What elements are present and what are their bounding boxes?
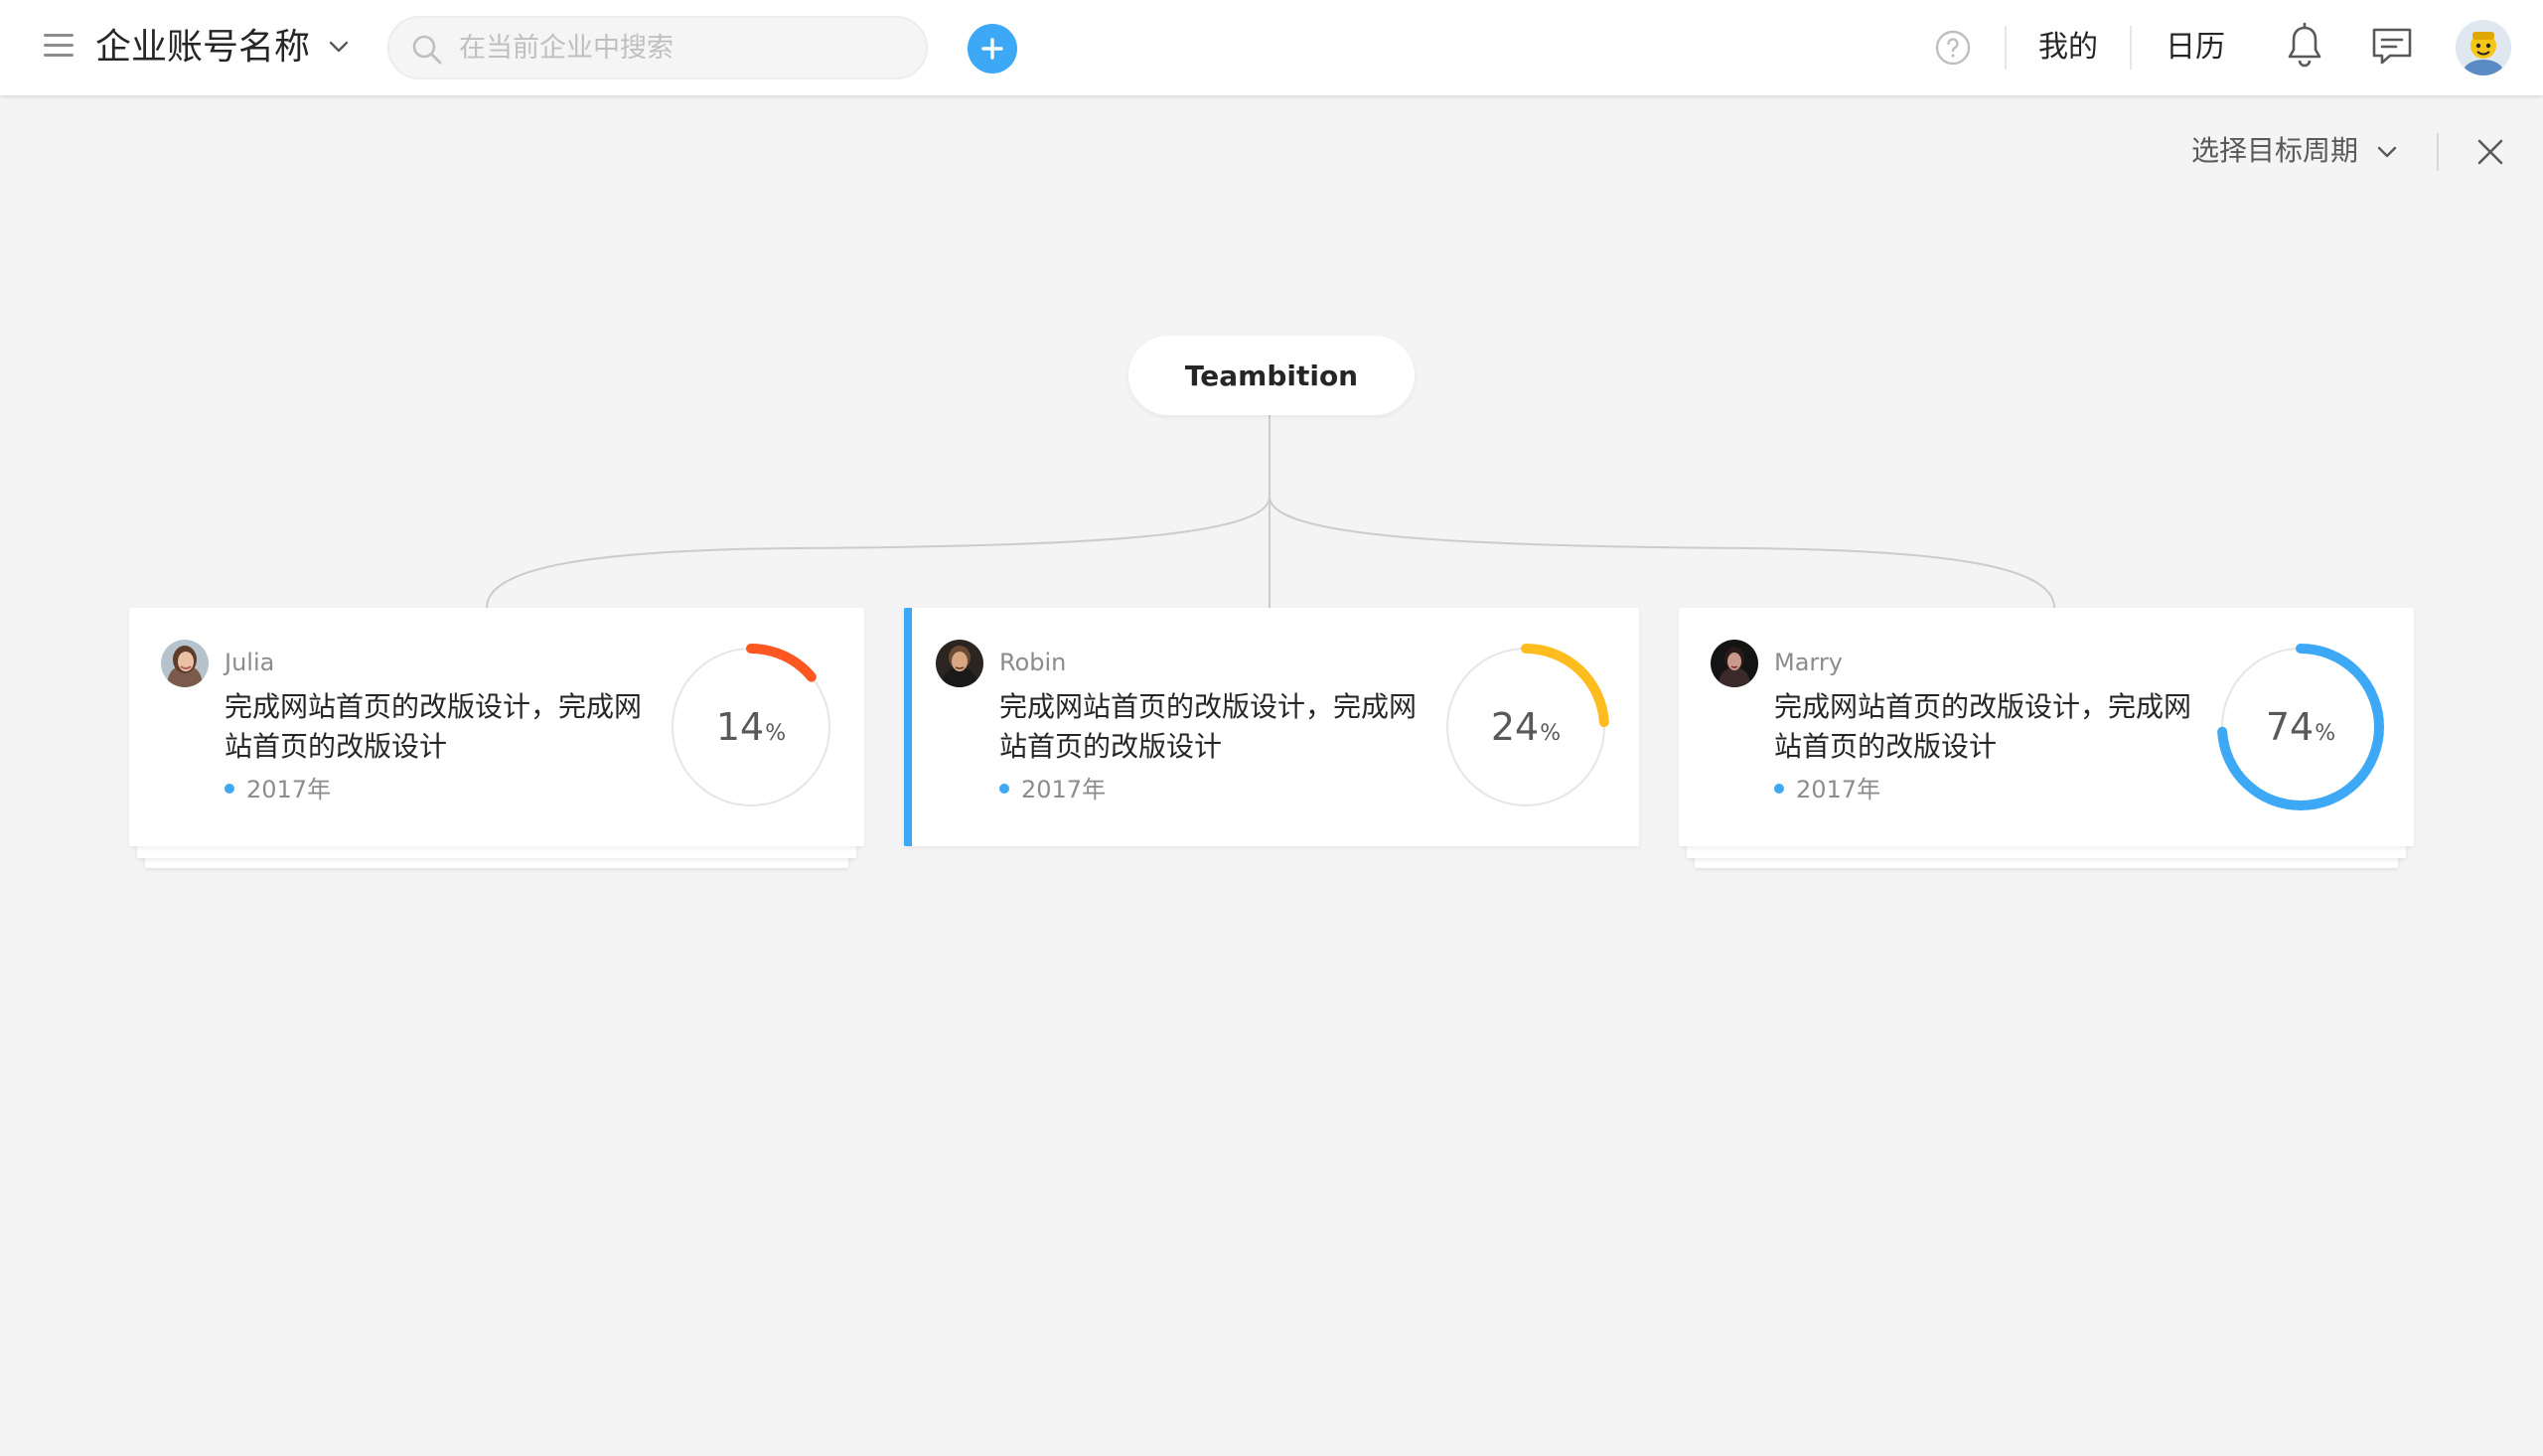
tree-root-node[interactable]: Teambition [1128,336,1415,415]
status-dot [1774,784,1784,794]
progress-ring: 74% [2215,642,2386,812]
avatar[interactable] [2456,20,2511,75]
organization-name[interactable]: 企业账号名称 [95,24,310,72]
divider [2130,26,2132,70]
goal-card[interactable]: Marry 完成网站首页的改版设计，完成网站首页的改版设计 2017年 74% [1679,608,2414,846]
search-icon [412,35,442,65]
goal-period: 2017年 [1774,773,1880,806]
divider [2437,133,2439,171]
nav-mine[interactable]: 我的 [2038,26,2098,70]
goal-card-wrapper: Robin 完成网站首页的改版设计，完成网站首页的改版设计 2017年 24% [904,608,1639,866]
status-dot [999,784,1009,794]
chat-icon[interactable] [2370,26,2414,68]
progress-ring: 14% [666,642,836,812]
goal-title[interactable]: 完成网站首页的改版设计，完成网站首页的改版设计 [224,687,642,767]
close-icon[interactable] [2475,137,2505,167]
goal-card-wrapper: Julia 完成网站首页的改版设计，完成网站首页的改版设计 2017年 14% [129,608,864,868]
period-select[interactable]: 选择目标周期 [2191,131,2358,171]
progress-ring: 24% [1440,642,1611,812]
help-icon[interactable] [1933,28,1973,68]
chevron-down-icon[interactable] [2374,139,2400,165]
goal-title[interactable]: 完成网站首页的改版设计，完成网站首页的改版设计 [1774,687,2191,767]
progress-value: 14% [715,705,787,749]
progress-value: 24% [1490,705,1562,749]
avatar [1711,640,1758,687]
top-navigation-bar: 企业账号名称 我的 日历 [0,0,2543,95]
status-dot [224,784,234,794]
goal-period: 2017年 [224,773,331,806]
goal-period-text: 2017年 [246,776,332,803]
progress-value: 74% [2265,705,2336,749]
goal-title[interactable]: 完成网站首页的改版设计，完成网站首页的改版设计 [999,687,1417,767]
avatar [936,640,983,687]
goal-owner-name: Robin [999,649,1067,676]
plus-icon [981,38,1003,60]
goal-period-text: 2017年 [1796,776,1881,803]
divider [2005,26,2007,70]
goal-card[interactable]: Robin 完成网站首页的改版设计，完成网站首页的改版设计 2017年 24% [904,608,1639,846]
chevron-down-icon[interactable] [326,34,352,60]
bell-icon[interactable] [2285,22,2324,72]
add-button[interactable] [968,24,1017,73]
goal-card-wrapper: Marry 完成网站首页的改版设计，完成网站首页的改版设计 2017年 74% [1679,608,2414,868]
avatar [161,640,209,687]
goal-owner-name: Marry [1774,649,1843,676]
search-input[interactable] [459,26,906,70]
goal-period: 2017年 [999,773,1106,806]
menu-icon[interactable] [44,34,74,62]
goal-owner-name: Julia [224,649,275,676]
nav-calendar[interactable]: 日历 [2166,26,2225,70]
search-bar[interactable] [387,16,928,79]
goal-card[interactable]: Julia 完成网站首页的改版设计，完成网站首页的改版设计 2017年 14% [129,608,864,846]
goal-period-text: 2017年 [1021,776,1107,803]
